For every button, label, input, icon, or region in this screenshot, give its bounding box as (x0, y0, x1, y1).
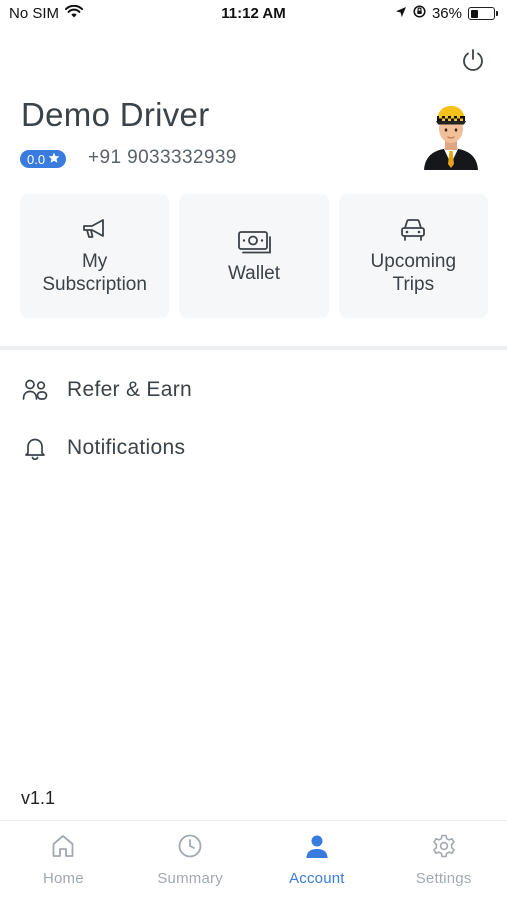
cash-icon (237, 228, 271, 256)
quick-actions: My Subscription Wallet Upcoming Trips (20, 194, 488, 318)
rating-badge: 0.0 (20, 150, 67, 168)
status-bar: No SIM 11:12 AM 36% (0, 0, 507, 28)
battery-percent: 36% (431, 5, 462, 22)
menu-item-refer-earn[interactable]: Refer & Earn (0, 365, 507, 415)
home-icon (49, 832, 77, 860)
gear-icon (430, 832, 458, 860)
location-arrow-icon (395, 5, 407, 22)
menu-label: Refer & Earn (67, 378, 192, 401)
tile-upcoming-trips[interactable]: Upcoming Trips (338, 194, 488, 318)
rating-value: 0.0 (27, 151, 46, 167)
tab-account[interactable]: Account (254, 821, 381, 900)
clock-icon (176, 832, 204, 860)
app-version: v1.1 (21, 788, 56, 808)
bottom-tab-bar: Home Summary Account Settings (0, 820, 507, 900)
tab-label: Account (289, 870, 345, 887)
driver-name: Demo Driver (21, 96, 210, 133)
tile-label: Upcoming Trips (370, 251, 457, 295)
tab-settings[interactable]: Settings (380, 821, 507, 900)
user-icon (303, 832, 331, 860)
tab-label: Settings (415, 870, 472, 887)
tab-summary[interactable]: Summary (127, 821, 254, 900)
section-divider (0, 346, 507, 350)
users-icon (21, 376, 49, 404)
driver-avatar[interactable] (420, 98, 482, 170)
tile-label: My Subscription (42, 251, 147, 295)
orientation-lock-icon (413, 5, 426, 22)
star-icon (48, 152, 60, 167)
tab-label: Summary (157, 870, 223, 887)
tile-wallet[interactable]: Wallet (179, 194, 329, 318)
car-icon (396, 216, 430, 244)
bell-icon (21, 434, 49, 462)
phone-number: +91 9033332939 (88, 147, 237, 168)
battery-icon (468, 7, 498, 20)
tile-label: Wallet (227, 262, 281, 284)
tab-label: Home (42, 870, 84, 887)
tile-my-subscription[interactable]: My Subscription (20, 194, 170, 318)
tab-home[interactable]: Home (0, 821, 127, 900)
menu-item-notifications[interactable]: Notifications (0, 423, 507, 473)
menu-label: Notifications (67, 436, 186, 459)
power-icon[interactable] (459, 46, 487, 74)
battery-level (470, 9, 479, 18)
megaphone-icon (78, 216, 112, 244)
